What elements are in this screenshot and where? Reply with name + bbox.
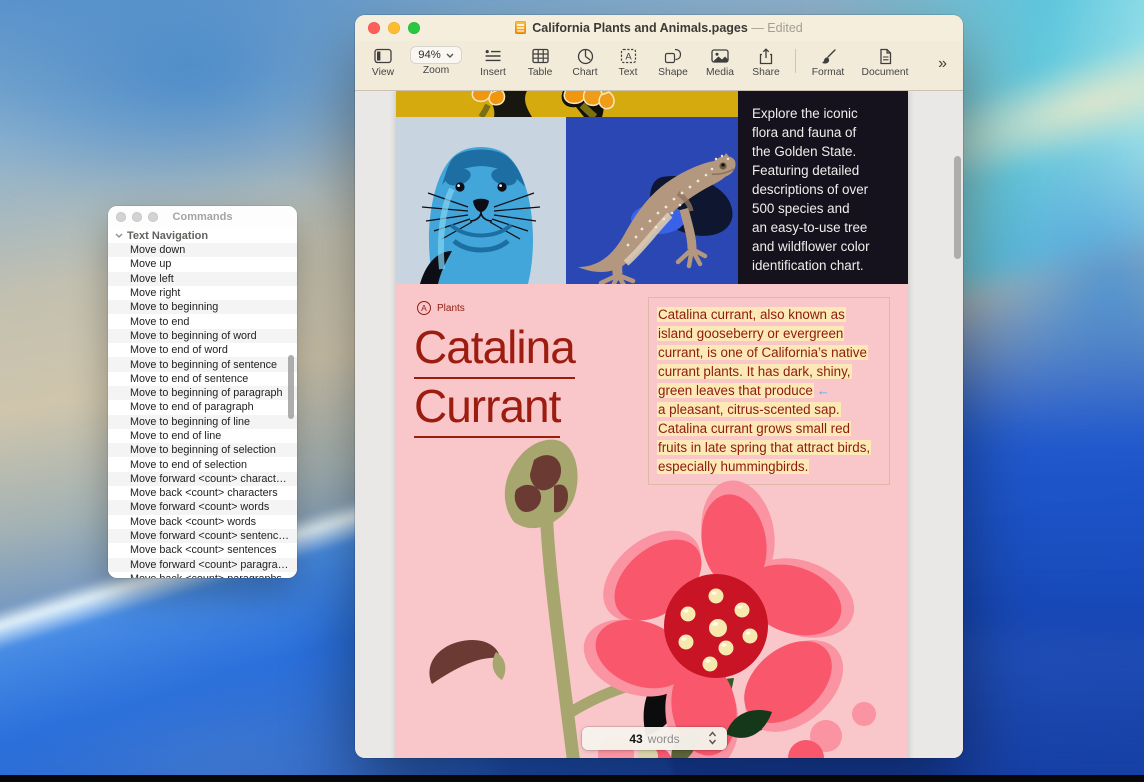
- toolbar-separator: [795, 49, 796, 73]
- command-list-item[interactable]: Move forward <count> charact…: [108, 472, 297, 486]
- toolbar-shape-button[interactable]: Shape: [649, 46, 697, 78]
- command-list-item[interactable]: Move to end of line: [108, 429, 297, 443]
- toolbar-media-button[interactable]: Media: [697, 46, 743, 78]
- line-break-marker: ←: [817, 383, 830, 398]
- category-badge: A: [417, 301, 431, 315]
- toolbar-overflow-button[interactable]: »: [932, 55, 953, 73]
- toolbar-chart-button[interactable]: Chart: [563, 46, 607, 78]
- svg-text:A: A: [625, 52, 632, 63]
- command-list-item[interactable]: Move to end of word: [108, 343, 297, 357]
- share-icon: [758, 46, 774, 66]
- format-paintbrush-icon: [820, 46, 837, 66]
- word-count-stepper-icon[interactable]: [708, 731, 717, 745]
- document-page[interactable]: Explore the iconic flora and fauna of th…: [396, 91, 908, 758]
- pages-titlebar[interactable]: California Plants and Animals.pages — Ed…: [355, 15, 963, 41]
- insert-icon: [484, 46, 502, 66]
- command-list-item[interactable]: Move forward <count> paragra…: [108, 558, 297, 572]
- command-list-item[interactable]: Move forward <count> words: [108, 500, 297, 514]
- commands-titlebar[interactable]: Commands: [108, 206, 297, 228]
- pages-scrollbar[interactable]: [954, 156, 961, 259]
- commands-window-title: Commands: [108, 211, 297, 223]
- commands-section-header[interactable]: Text Navigation: [108, 228, 297, 243]
- lizard-image[interactable]: [566, 117, 738, 284]
- command-list-item[interactable]: Move to beginning: [108, 300, 297, 314]
- pages-document-icon: [515, 21, 526, 34]
- toolbar-share-button[interactable]: Share: [743, 46, 789, 78]
- pages-toolbar: View 94% Zoom Insert Table Chart: [355, 41, 963, 91]
- table-icon: [532, 46, 549, 66]
- command-list-item[interactable]: Move to end of sentence: [108, 372, 297, 386]
- word-count-pill[interactable]: 43 words: [582, 727, 727, 750]
- command-list-item[interactable]: Move to end of paragraph: [108, 400, 297, 414]
- text-icon: A: [620, 46, 637, 66]
- toolbar-text-button[interactable]: A Text: [607, 46, 649, 78]
- toolbar-table-button[interactable]: Table: [517, 46, 563, 78]
- command-list-item[interactable]: Move down: [108, 243, 297, 257]
- document-page-icon: [878, 46, 893, 66]
- command-list-item[interactable]: Move to end: [108, 314, 297, 328]
- command-list-item[interactable]: Move forward <count> sentenc…: [108, 529, 297, 543]
- chevron-down-icon: [446, 53, 454, 58]
- flower-image[interactable]: [396, 434, 908, 758]
- command-list-item[interactable]: Move left: [108, 272, 297, 286]
- command-list-item[interactable]: Move back <count> words: [108, 515, 297, 529]
- zoom-dropdown[interactable]: 94%: [410, 46, 462, 64]
- media-icon: [711, 46, 729, 66]
- chart-icon: [577, 46, 594, 66]
- command-list-item[interactable]: Move back <count> characters: [108, 486, 297, 500]
- pages-content-area: Explore the iconic flora and fauna of th…: [355, 91, 963, 758]
- toolbar-view-button[interactable]: View: [363, 46, 403, 78]
- commands-window: Commands Text Navigation Move down Move …: [108, 206, 297, 578]
- disclosure-chevron-icon: [115, 233, 123, 238]
- command-list-item[interactable]: Move to beginning of sentence: [108, 357, 297, 371]
- category-text: Plants: [437, 303, 465, 314]
- command-list-item[interactable]: Move to beginning of line: [108, 415, 297, 429]
- toolbar-document-button[interactable]: Document: [854, 46, 916, 78]
- window-title: California Plants and Animals.pages — Ed…: [355, 21, 963, 35]
- command-list-item[interactable]: Move to beginning of paragraph: [108, 386, 297, 400]
- document-title: Catalina Currant: [414, 320, 575, 438]
- pages-window: California Plants and Animals.pages — Ed…: [355, 15, 963, 758]
- toolbar-zoom-control[interactable]: 94% Zoom: [403, 46, 469, 76]
- command-list-item[interactable]: Move to beginning of word: [108, 329, 297, 343]
- command-list-item[interactable]: Move to beginning of selection: [108, 443, 297, 457]
- intro-text-box[interactable]: Explore the iconic flora and fauna of th…: [738, 91, 908, 284]
- command-list-item[interactable]: Move right: [108, 286, 297, 300]
- commands-scrollbar[interactable]: [288, 355, 294, 419]
- command-list-item[interactable]: Move to end of selection: [108, 457, 297, 471]
- poppy-band-image[interactable]: [396, 91, 738, 117]
- screen-bottom-edge: [0, 775, 1144, 782]
- command-list-item[interactable]: Move up: [108, 257, 297, 271]
- view-sidebar-icon: [374, 46, 392, 66]
- word-count-unit: words: [648, 732, 680, 746]
- command-list-item[interactable]: Move back <count> paragraphs: [108, 572, 297, 578]
- word-count-value: 43: [629, 732, 642, 746]
- command-list-item[interactable]: Move back <count> sentences: [108, 543, 297, 557]
- category-label: A Plants: [417, 301, 465, 315]
- edited-label: — Edited: [751, 21, 802, 35]
- shape-icon: [664, 46, 682, 66]
- commands-list: Move down Move up Move left Move right M…: [108, 243, 297, 578]
- toolbar-format-button[interactable]: Format: [802, 46, 854, 78]
- seal-image[interactable]: [396, 117, 566, 284]
- toolbar-insert-button[interactable]: Insert: [469, 46, 517, 78]
